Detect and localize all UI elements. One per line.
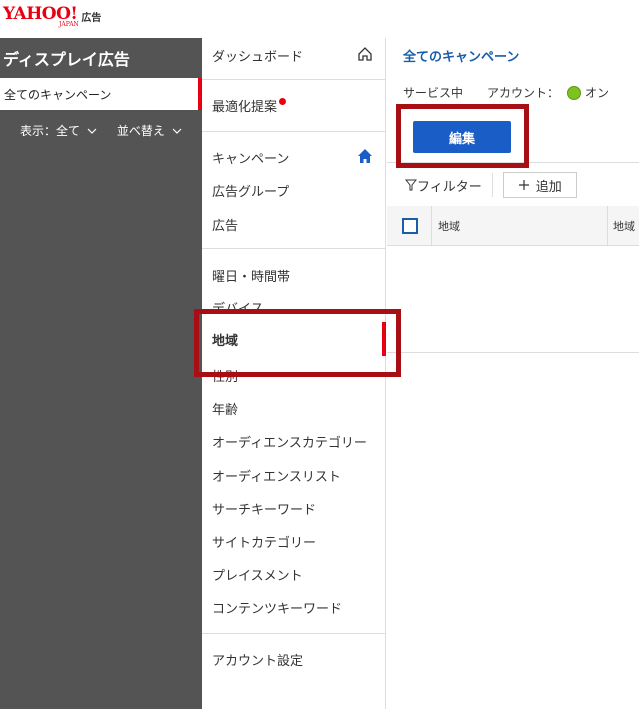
nav-item-ad-group[interactable]: 広告グループ xyxy=(212,181,289,200)
sort-label: 並べ替え xyxy=(116,124,165,138)
chevron-down-icon xyxy=(172,128,182,134)
nav-item-day-time[interactable]: 曜日・時間帯 xyxy=(212,266,290,285)
chevron-down-icon xyxy=(87,128,97,134)
top-header: YAHOO! JAPAN 広告 xyxy=(0,0,639,38)
nav-item-age[interactable]: 年齢 xyxy=(212,399,238,418)
sidebar-filters: 表示：全て 並べ替え xyxy=(20,122,182,139)
nav-item-dashboard[interactable]: ダッシュボード xyxy=(212,46,303,65)
display-filter-dropdown[interactable]: 表示：全て xyxy=(20,122,97,139)
account-status: オン xyxy=(585,86,610,100)
filter-toolbar: フィルター 追加 xyxy=(405,172,577,198)
logo-sub: JAPAN xyxy=(59,21,79,28)
divider xyxy=(387,352,639,353)
divider xyxy=(202,79,386,80)
selected-campaign-label: 全てのキャンペーン xyxy=(4,88,112,102)
nav-item-ad[interactable]: 広告 xyxy=(212,215,238,234)
notification-dot xyxy=(279,98,287,105)
service-status: サービス中 xyxy=(403,86,464,100)
sort-dropdown[interactable]: 並べ替え xyxy=(117,122,182,139)
campaign-sidebar: ディスプレイ広告 全てのキャンペーン 表示：全て 並べ替え xyxy=(0,38,202,709)
nav-item-placement[interactable]: プレイスメント xyxy=(212,565,303,584)
product-label: 広告 xyxy=(81,13,102,24)
optimization-label: 最適化提案 xyxy=(212,100,278,115)
add-button[interactable]: 追加 xyxy=(502,172,577,198)
status-on-icon xyxy=(567,85,582,100)
home-filled-icon[interactable] xyxy=(357,148,373,164)
breadcrumb[interactable]: 全てのキャンペーン xyxy=(403,46,519,65)
divider xyxy=(202,131,386,132)
display-filter-label: 表示：全て xyxy=(20,124,81,138)
nav-item-audience-list[interactable]: オーディエンスリスト xyxy=(212,466,341,485)
nav-item-content-keyword[interactable]: コンテンツキーワード xyxy=(212,598,342,617)
sidebar-title: ディスプレイ広告 xyxy=(3,50,130,69)
divider xyxy=(202,248,386,249)
status-row: サービス中 アカウント： オン xyxy=(403,84,609,101)
plus-icon xyxy=(518,180,529,190)
nav-item-site-category[interactable]: サイトカテゴリー xyxy=(212,532,316,551)
selected-campaign-item[interactable]: 全てのキャンペーン xyxy=(0,78,202,110)
filter-label: フィルター xyxy=(417,179,482,195)
toolbar-divider xyxy=(491,173,493,197)
table-header: 地域 地域 xyxy=(387,206,639,246)
nav-item-audience-category[interactable]: オーディエンスカテゴリー xyxy=(212,432,367,451)
nav-item-optimization[interactable]: 最適化提案 xyxy=(212,96,287,115)
nav-item-campaign[interactable]: キャンペーン xyxy=(212,148,289,167)
column-header-region-2[interactable]: 地域 xyxy=(613,218,635,234)
nav-item-search-keyword[interactable]: サーチキーワード xyxy=(212,499,316,518)
region-item-highlight xyxy=(194,309,401,377)
filter-icon xyxy=(405,179,417,191)
column-header-region[interactable]: 地域 xyxy=(438,218,460,234)
filter-button[interactable]: フィルター xyxy=(405,176,482,195)
home-outline-icon[interactable] xyxy=(357,46,373,62)
yahoo-logo[interactable]: YAHOO! JAPAN 広告 xyxy=(3,5,102,28)
select-all-checkbox[interactable] xyxy=(402,218,418,234)
nav-item-account-settings[interactable]: アカウント設定 xyxy=(212,650,303,669)
divider xyxy=(202,633,386,634)
edit-button-highlight xyxy=(396,104,529,168)
add-label: 追加 xyxy=(535,179,562,195)
column-divider xyxy=(431,206,432,246)
account-label: アカウント： xyxy=(487,86,560,100)
column-divider xyxy=(607,206,608,246)
